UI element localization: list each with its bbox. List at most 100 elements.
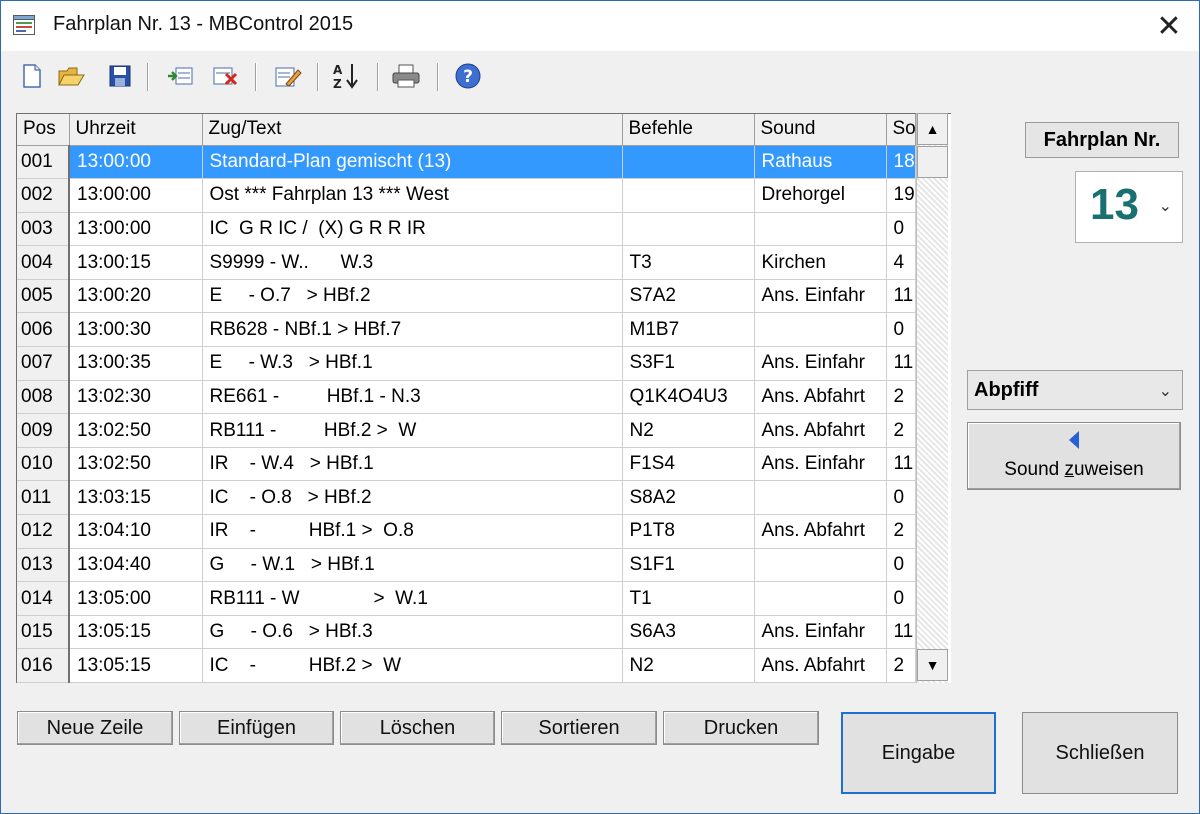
sort-button[interactable]: Sortieren [501, 711, 657, 745]
row-sound-cell[interactable]: Ans. Einfahr [754, 279, 887, 314]
row-train-text-cell[interactable]: RB111 - W > W.1 [202, 581, 623, 616]
scroll-down-arrow-icon[interactable]: ▼ [917, 649, 948, 681]
grid-vertical-scrollbar[interactable]: ▲ ▼ [916, 113, 948, 683]
row-train-text-cell[interactable]: Standard-Plan gemischt (13) [202, 145, 623, 180]
table-row[interactable]: 003 13:00:00 IC G R IC / (X) G R R IR 0 [17, 212, 916, 247]
row-sound-cell[interactable] [754, 480, 887, 516]
row-commands-cell[interactable]: S8A2 [622, 480, 755, 516]
table-row[interactable]: 011 13:03:15 IC - O.8 > HBf.2 S8A2 0 [17, 480, 916, 516]
row-time-cell[interactable]: 13:00:00 [69, 145, 203, 180]
row-sound-cell[interactable]: Ans. Abfahrt [754, 648, 887, 683]
row-sound-number-cell[interactable]: 0 [886, 312, 916, 348]
row-commands-cell[interactable]: Q1K4O4U3 [622, 380, 755, 415]
row-time-cell[interactable]: 13:05:00 [69, 581, 203, 616]
row-time-cell[interactable]: 13:02:50 [69, 413, 203, 448]
table-row[interactable]: 014 13:05:00 RB111 - W > W.1 T1 0 [17, 581, 916, 616]
row-commands-cell[interactable] [622, 178, 755, 213]
row-train-text-cell[interactable]: IR - HBf.1 > O.8 [202, 514, 623, 549]
row-time-cell[interactable]: 13:02:50 [69, 447, 203, 482]
row-sound-number-cell[interactable]: 0 [886, 581, 916, 616]
row-commands-cell[interactable]: S6A3 [622, 615, 755, 650]
scrollbar-thumb[interactable] [917, 146, 948, 178]
row-sound-number-cell[interactable]: 19 [886, 178, 916, 213]
fahrplan-number-select[interactable]: 13 ⌄ [1075, 171, 1183, 243]
row-commands-cell[interactable]: N2 [622, 413, 755, 448]
row-train-text-cell[interactable]: IC - HBf.2 > W [202, 648, 623, 683]
row-train-text-cell[interactable]: IC - O.8 > HBf.2 [202, 480, 623, 516]
table-row[interactable]: 016 13:05:15 IC - HBf.2 > W N2 Ans. Abfahrt 2 [17, 648, 916, 683]
row-commands-cell[interactable]: P1T8 [622, 514, 755, 549]
row-sound-number-cell[interactable]: 11 [886, 279, 916, 314]
new-document-icon[interactable] [17, 61, 47, 91]
row-sound-number-cell[interactable]: 2 [886, 380, 916, 415]
row-sound-cell[interactable] [754, 212, 887, 247]
row-time-cell[interactable]: 13:02:30 [69, 380, 203, 415]
row-sound-number-cell[interactable]: 2 [886, 648, 916, 683]
table-row[interactable]: 009 13:02:50 RB111 - HBf.2 > W N2 Ans. Abfah… [17, 413, 916, 448]
row-sound-cell[interactable]: Rathaus [754, 145, 887, 180]
row-commands-cell[interactable] [622, 212, 755, 247]
row-sound-number-cell[interactable]: 0 [886, 212, 916, 247]
row-sound-cell[interactable]: Ans. Abfahrt [754, 380, 887, 415]
row-sound-cell[interactable] [754, 312, 887, 348]
table-row[interactable]: 005 13:00:20 E - O.7 > HBf.2 S7A2 Ans. Einfa… [17, 279, 916, 314]
sort-az-icon[interactable]: AZ [331, 61, 361, 91]
row-time-cell[interactable]: 13:00:00 [69, 212, 203, 247]
print-button[interactable]: Drucken [663, 711, 819, 745]
row-sound-cell[interactable] [754, 548, 887, 583]
insert-row-icon[interactable] [165, 61, 195, 91]
row-sound-number-cell[interactable]: 0 [886, 480, 916, 516]
row-sound-number-cell[interactable]: 2 [886, 514, 916, 549]
save-disk-icon[interactable] [105, 61, 135, 91]
row-sound-number-cell[interactable]: 18 [886, 145, 916, 180]
print-icon[interactable] [391, 61, 421, 91]
row-commands-cell[interactable]: S1F1 [622, 548, 755, 583]
edit-icon[interactable] [273, 61, 303, 91]
row-sound-number-cell[interactable]: 0 [886, 548, 916, 583]
insert-button[interactable]: Einfügen [179, 711, 334, 745]
table-row[interactable]: 001 13:00:00 Standard-Plan gemischt (13) Ra… [17, 145, 916, 180]
row-sound-cell[interactable]: Ans. Einfahr [754, 447, 887, 482]
row-time-cell[interactable]: 13:00:15 [69, 245, 203, 280]
row-train-text-cell[interactable]: G - O.6 > HBf.3 [202, 615, 623, 650]
row-sound-number-cell[interactable]: 4 [886, 245, 916, 280]
row-commands-cell[interactable]: F1S4 [622, 447, 755, 482]
row-sound-number-cell[interactable]: 11 [886, 346, 916, 381]
row-time-cell[interactable]: 13:05:15 [69, 648, 203, 683]
table-row[interactable]: 012 13:04:10 IR - HBf.1 > O.8 P1T8 Ans. Abfa… [17, 514, 916, 549]
table-row[interactable]: 015 13:05:15 G - O.6 > HBf.3 S6A3 Ans. Einfa… [17, 615, 916, 650]
delete-button[interactable]: Löschen [340, 711, 495, 745]
row-time-cell[interactable]: 13:00:30 [69, 312, 203, 348]
row-sound-number-cell[interactable]: 2 [886, 413, 916, 448]
close-button[interactable]: Schließen [1022, 712, 1178, 794]
scroll-up-arrow-icon[interactable]: ▲ [917, 113, 948, 145]
column-header-sound[interactable]: Sound [754, 114, 887, 146]
column-header-pos[interactable]: Pos [17, 114, 70, 146]
row-sound-cell[interactable]: Ans. Einfahr [754, 615, 887, 650]
row-commands-cell[interactable]: S3F1 [622, 346, 755, 381]
help-icon[interactable]: ? [453, 61, 483, 91]
row-sound-number-cell[interactable]: 11 [886, 447, 916, 482]
row-sound-cell[interactable]: Ans. Abfahrt [754, 413, 887, 448]
row-commands-cell[interactable] [622, 145, 755, 180]
row-train-text-cell[interactable]: IR - W.4 > HBf.1 [202, 447, 623, 482]
row-time-cell[interactable]: 13:05:15 [69, 615, 203, 650]
table-row[interactable]: 010 13:02:50 IR - W.4 > HBf.1 F1S4 Ans. Einf… [17, 447, 916, 482]
table-row[interactable]: 006 13:00:30 RB628 - NBf.1 > HBf.7 M1B7 0 [17, 312, 916, 348]
column-header-train-text[interactable]: Zug/Text [202, 114, 623, 146]
row-train-text-cell[interactable]: Ost *** Fahrplan 13 *** West [202, 178, 623, 213]
enter-button[interactable]: Eingabe [841, 712, 996, 794]
row-sound-cell[interactable]: Kirchen [754, 245, 887, 280]
row-commands-cell[interactable]: M1B7 [622, 312, 755, 348]
row-commands-cell[interactable]: T1 [622, 581, 755, 616]
row-train-text-cell[interactable]: RE661 - HBf.1 - N.3 [202, 380, 623, 415]
row-sound-cell[interactable]: Drehorgel [754, 178, 887, 213]
row-train-text-cell[interactable]: E - W.3 > HBf.1 [202, 346, 623, 381]
row-sound-cell[interactable] [754, 581, 887, 616]
assign-sound-button[interactable]: Sound zuweisen [967, 422, 1181, 490]
row-commands-cell[interactable]: S7A2 [622, 279, 755, 314]
row-train-text-cell[interactable]: IC G R IC / (X) G R R IR [202, 212, 623, 247]
table-row[interactable]: 007 13:00:35 E - W.3 > HBf.1 S3F1 Ans. Einfa… [17, 346, 916, 381]
close-window-button[interactable]: ✕ [1147, 7, 1191, 45]
row-train-text-cell[interactable]: RB628 - NBf.1 > HBf.7 [202, 312, 623, 348]
